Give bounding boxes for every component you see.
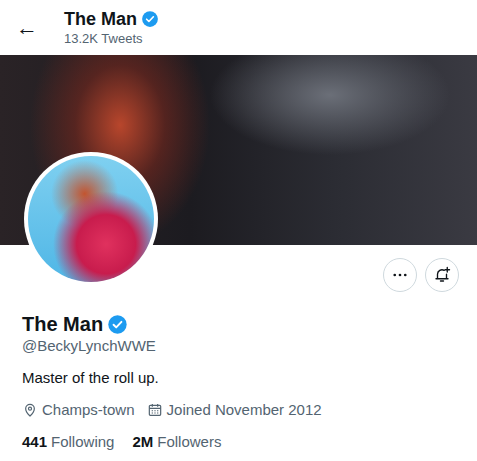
top-title: The Man13.2K Tweets — [64, 8, 159, 47]
profile-info: The Man@BeckyLynchWWE Master of the roll … — [0, 312, 477, 452]
more-dots-icon — [391, 266, 409, 284]
follow-stats: 441Following 2MFollowers — [22, 432, 455, 452]
bell-plus-icon — [433, 266, 451, 284]
location: Champs-town — [22, 400, 135, 420]
profile-name: The Man — [22, 312, 103, 336]
profile-bio: Master of the roll up. — [22, 368, 455, 388]
avatar-image[interactable] — [24, 152, 158, 286]
more-button[interactable] — [383, 258, 417, 292]
join-date: Joined November 2012 — [147, 400, 322, 420]
top-bar: ← The Man13.2K Tweets — [0, 0, 477, 55]
tweet-count: 13.2K Tweets — [64, 30, 159, 47]
profile-handle: @BeckyLynchWWE — [22, 336, 455, 356]
top-name: The Man — [64, 8, 137, 30]
follow-stat[interactable]: 441Following — [22, 432, 114, 452]
verified-icon — [107, 314, 128, 335]
location-pin-icon — [22, 402, 38, 418]
back-button[interactable]: ← — [16, 17, 38, 39]
profile-meta: Champs-town Joined November 2012 — [22, 400, 455, 420]
follow-stat[interactable]: 2MFollowers — [132, 432, 221, 452]
profile-page: ←The Man13.2K TweetsThe Man@BeckyLynchWW… — [0, 0, 477, 461]
verified-icon — [141, 10, 159, 28]
notify-button[interactable] — [425, 258, 459, 292]
calendar-icon — [147, 402, 163, 418]
